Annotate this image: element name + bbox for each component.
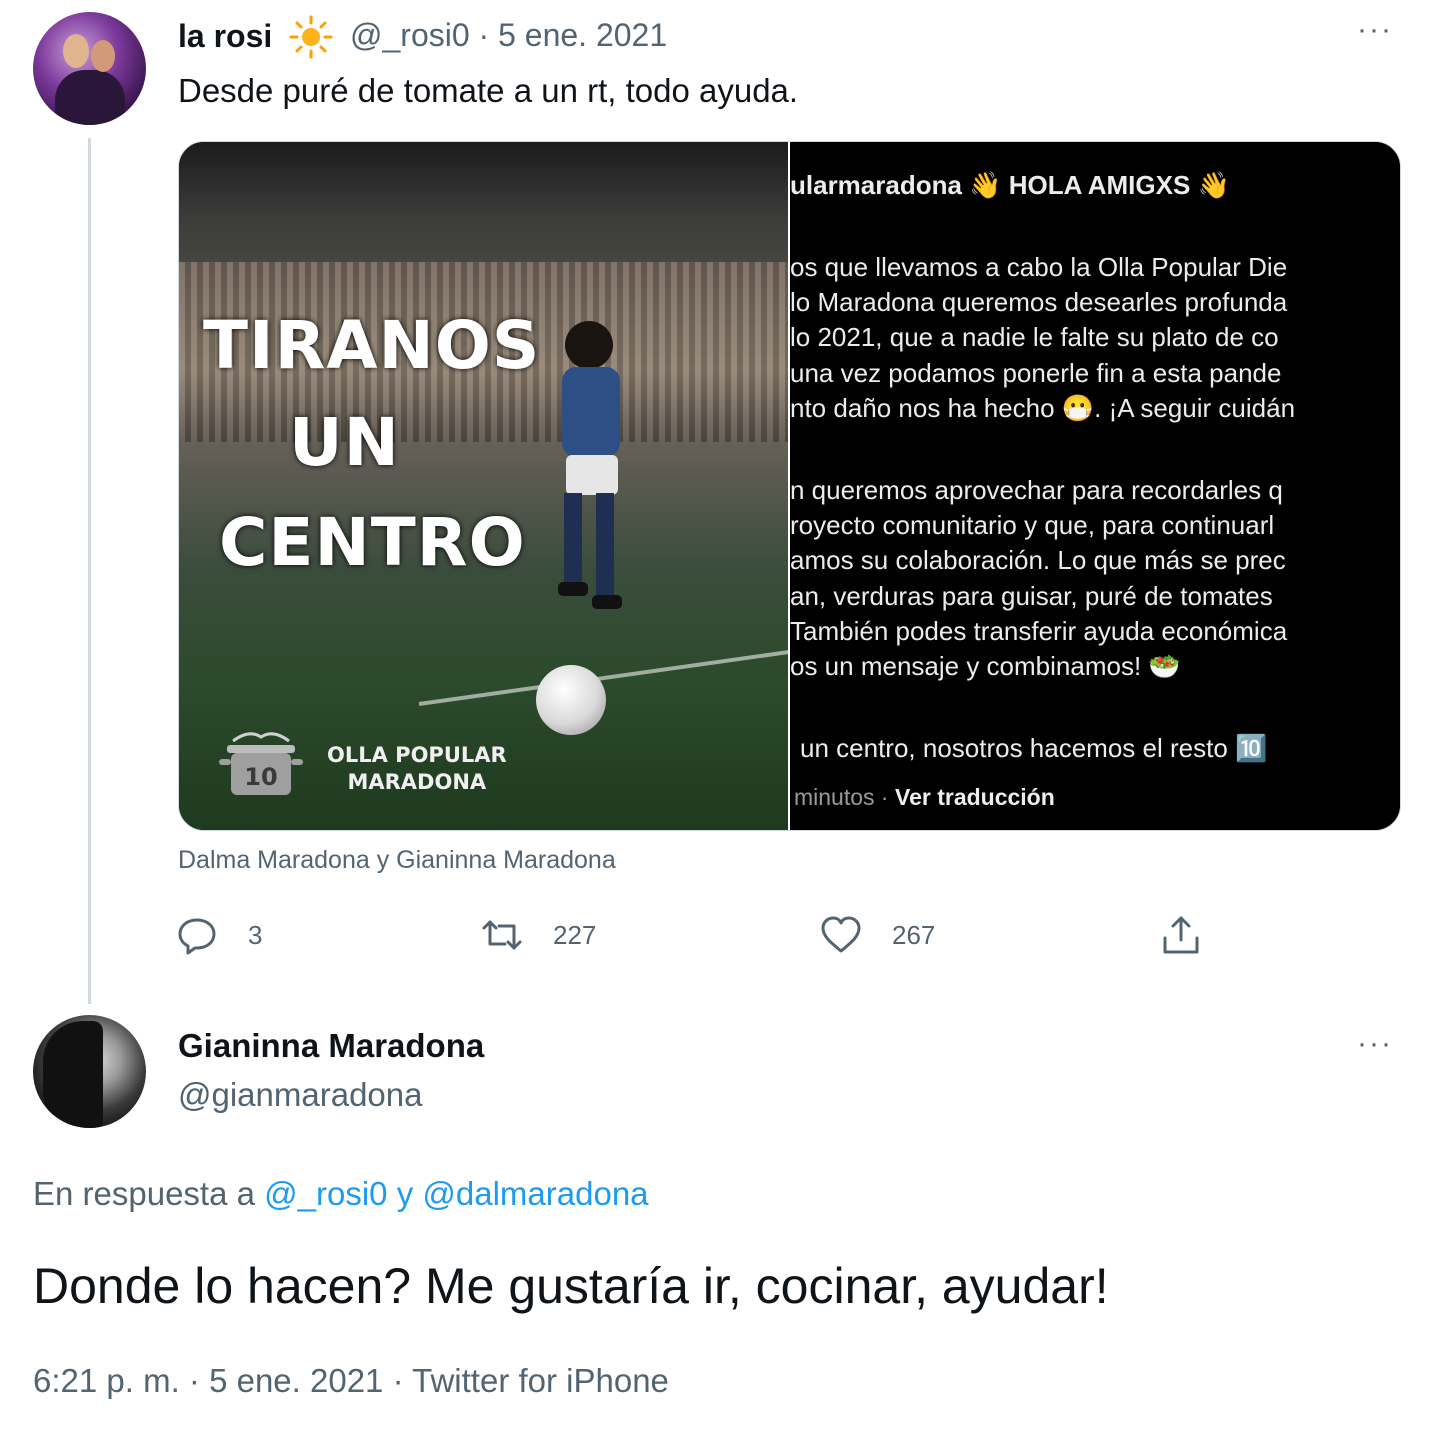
retweet-count: 227 — [553, 919, 597, 950]
story-line: una vez podamos ponerle fin a esta pande — [790, 358, 1282, 388]
mention-link[interactable]: @dalmaradona — [422, 1175, 648, 1212]
player-figure — [558, 321, 622, 609]
logo-number: 10 — [244, 763, 277, 791]
story-line: amos su colaboración. Lo que más se prec — [790, 545, 1286, 575]
story-subline: minutos · Ver traducción — [794, 784, 1055, 810]
story-line: royecto comunitario y que, para continua… — [790, 510, 1275, 540]
story-line: os que llevamos a cabo la Olla Popular D… — [790, 252, 1288, 282]
story-line: an, verduras para guisar, puré de tomate… — [790, 581, 1273, 611]
reply-icon — [178, 918, 216, 955]
like-button[interactable]: 267 — [820, 910, 935, 960]
football — [536, 665, 606, 735]
tweet1-media[interactable]: TIRANOS UN CENTRO 10 OLLA POPULAR MARADO… — [178, 141, 1401, 831]
more-options-icon[interactable]: ··· — [1357, 15, 1393, 45]
story-line: lo Maradona queremos desearles profunda — [790, 287, 1288, 317]
tagged-users-caption[interactable]: Dalma Maradona y Gianinna Maradona — [178, 846, 616, 875]
retweet-button[interactable]: 227 — [481, 910, 596, 960]
story-header: ularmaradona 👋 HOLA AMIGXS 👋 — [790, 170, 1230, 200]
story-line: lo 2021, que a nadie le falte su plato d… — [790, 322, 1279, 352]
story-line: n queremos aprovechar para recordarles q — [790, 475, 1283, 505]
avatar-la-rosi[interactable] — [33, 12, 146, 125]
tweet1-text: Desde puré de tomate a un rt, todo ayuda… — [178, 72, 799, 109]
share-icon — [1163, 916, 1199, 954]
retweet-icon — [482, 920, 522, 950]
like-count: 267 — [892, 919, 936, 950]
reply-button[interactable]: 3 — [176, 910, 262, 960]
heart-icon — [821, 916, 861, 953]
mention-link[interactable]: @_rosi0 — [264, 1175, 387, 1212]
tweet2-display-name[interactable]: Gianinna Maradona — [178, 1027, 484, 1065]
olla-popular-logo-text: OLLA POPULAR MARADONA — [327, 743, 507, 794]
media-headline-line2: UN — [289, 404, 400, 481]
story-line: También podes transferir ayuda económica — [790, 616, 1288, 646]
media-image-left[interactable]: TIRANOS UN CENTRO 10 OLLA POPULAR MARADO… — [179, 142, 788, 830]
media-image-right[interactable]: ularmaradona 👋 HOLA AMIGXS 👋 os que llev… — [790, 142, 1400, 830]
olla-pot-logo-icon: 10 — [219, 732, 303, 795]
sun-icon — [289, 15, 333, 59]
thread-connector-line — [88, 138, 91, 1004]
story-line: un centro, nosotros hacemos el resto 🔟 — [800, 733, 1268, 763]
reply-count: 3 — [248, 919, 263, 950]
share-button[interactable] — [1160, 910, 1202, 960]
more-options-icon[interactable]: ··· — [1357, 1029, 1393, 1059]
see-translation-link[interactable]: Ver traducción — [895, 784, 1055, 810]
story-line: os un mensaje y combinamos! 🥗 — [790, 651, 1181, 681]
replying-to: En respuesta a @_rosi0 y @dalmaradona — [33, 1175, 649, 1212]
tweet2-handle[interactable]: @gianmaradona — [178, 1076, 423, 1114]
avatar-gianinna-maradona[interactable] — [33, 1015, 146, 1128]
tweet2-text: Donde lo hacen? Me gustaría ir, cocinar,… — [33, 1258, 1109, 1314]
tweet1-display-name[interactable]: la rosi — [178, 18, 272, 55]
tweet2-timestamp-source[interactable]: 6:21 p. m. · 5 ene. 2021 · Twitter for i… — [33, 1362, 669, 1400]
media-headline-line3: CENTRO — [219, 504, 526, 581]
media-headline-line1: TIRANOS — [203, 307, 541, 384]
story-line: nto daño nos ha hecho 😷. ¡A seguir cuidá… — [790, 393, 1296, 423]
tweet1-handle-date[interactable]: @_rosi0 · 5 ene. 2021 — [350, 17, 667, 54]
